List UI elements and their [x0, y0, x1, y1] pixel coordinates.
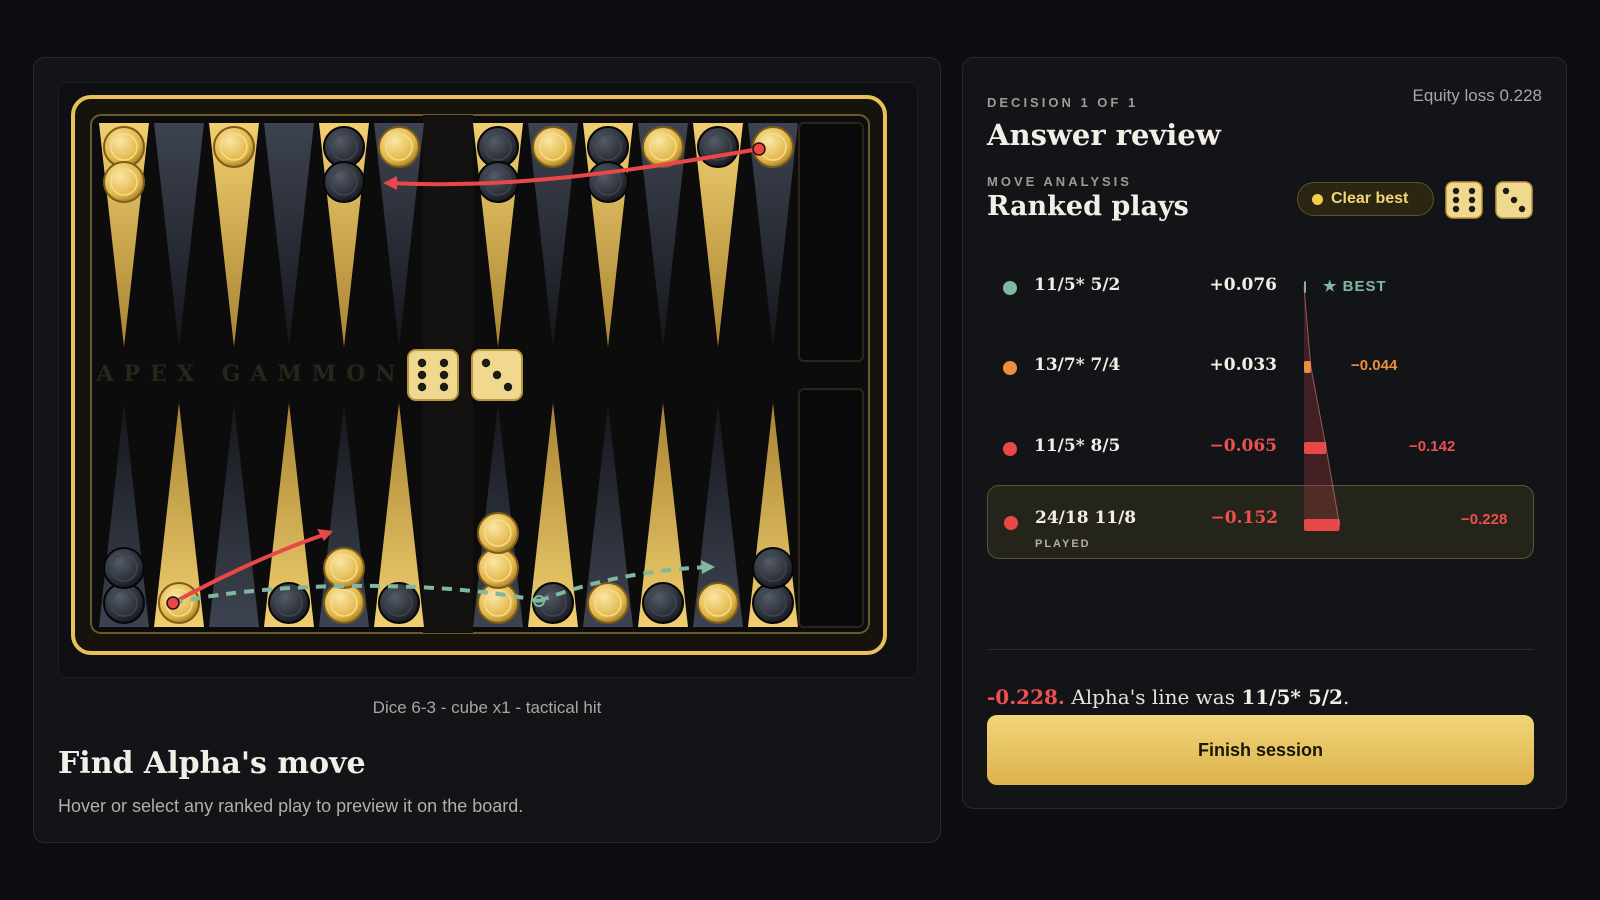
decision-counter: DECISION 1 OF 1	[987, 95, 1139, 110]
light-checker	[532, 126, 574, 168]
light-checker	[587, 582, 629, 624]
light-checker	[378, 126, 420, 168]
light-checker	[477, 512, 519, 554]
board-caption: Dice 6-3 - cube x1 - tactical hit	[372, 698, 602, 717]
summary-text: Alpha's line was	[1064, 685, 1242, 709]
play-status-dot	[1003, 442, 1017, 456]
played-label: PLAYED	[1035, 538, 1091, 550]
analysis-eyebrow: MOVE ANALYSIS	[987, 174, 1132, 189]
backgammon-board[interactable]: APEX GAMMON	[59, 83, 919, 679]
ranked-play-row-played[interactable]: 24/18 11/8 PLAYED −0.152 −0.228	[987, 485, 1534, 559]
play-equity: +0.076	[1209, 275, 1277, 295]
puzzle-subtitle: Hover or select any ranked play to previ…	[58, 796, 524, 816]
play-loss: −0.044	[1351, 357, 1398, 374]
review-summary: -0.228. Alpha's line was 11/5* 5/2.	[987, 685, 1349, 709]
board-frame: APEX GAMMON	[58, 82, 918, 678]
summary-best-move: 11/5* 5/2	[1241, 685, 1343, 709]
summary-end: .	[1342, 685, 1350, 709]
dark-checker	[697, 126, 739, 168]
play-loss: −0.142	[1409, 438, 1456, 455]
board-card: APEX GAMMON Dice 6-3 - cube x1 - tactica…	[33, 57, 941, 843]
die-three-icon	[1495, 181, 1533, 219]
die-pip	[417, 370, 427, 380]
best-badge: ★ BEST	[1323, 278, 1387, 295]
ranked-play-row[interactable]: 11/5* 8/5 −0.065 −0.142	[987, 412, 1534, 486]
ranked-play-row[interactable]: 13/7* 7/4 +0.033 −0.044	[987, 331, 1534, 405]
bear-off-tray	[798, 122, 864, 362]
puzzle-title: Find Alpha's move	[58, 746, 366, 781]
summary-loss: -0.228.	[987, 685, 1065, 709]
dark-checker	[752, 547, 794, 589]
dark-checker	[587, 161, 629, 203]
play-status-dot	[1004, 516, 1018, 530]
light-checker	[103, 161, 145, 203]
review-title: Answer review	[987, 118, 1221, 152]
equity-loss: Equity loss 0.228	[1412, 86, 1542, 105]
die-pip	[481, 358, 491, 368]
die-pip	[417, 382, 427, 392]
board-die-six	[407, 349, 459, 401]
clear-best-label: Clear best	[1331, 190, 1409, 207]
divider	[987, 649, 1534, 650]
status-dot-icon	[1312, 193, 1323, 205]
move-origin-marker	[752, 142, 766, 156]
play-loss: −0.228	[1461, 511, 1508, 528]
die-pip	[492, 370, 502, 380]
play-status-dot	[1003, 281, 1017, 295]
play-move: 13/7* 7/4	[1034, 355, 1121, 375]
clear-best-button[interactable]: Clear best	[1297, 182, 1434, 216]
play-move: 11/5* 5/2	[1034, 275, 1121, 295]
play-move: 24/18 11/8	[1035, 508, 1137, 528]
board-brand: APEX GAMMON	[96, 361, 406, 387]
light-checker	[213, 126, 255, 168]
die-pip	[439, 370, 449, 380]
die-six-icon	[1445, 181, 1483, 219]
play-status-dot	[1003, 361, 1017, 375]
dark-checker	[378, 582, 420, 624]
die-pip	[417, 358, 427, 368]
die-pip	[439, 382, 449, 392]
finish-session-button[interactable]: Finish session	[987, 715, 1534, 785]
light-checker	[323, 547, 365, 589]
ranked-play-row[interactable]: 11/5* 5/2 +0.076 ★ BEST	[987, 251, 1534, 325]
play-equity: −0.065	[1209, 436, 1277, 456]
die-pip	[439, 358, 449, 368]
move-origin-marker	[166, 596, 180, 610]
light-checker	[697, 582, 739, 624]
play-move: 11/5* 8/5	[1034, 436, 1121, 456]
play-equity: −0.152	[1210, 508, 1278, 528]
dark-checker	[642, 582, 684, 624]
dark-checker	[103, 547, 145, 589]
bear-off-tray	[798, 388, 864, 628]
play-equity: +0.033	[1209, 355, 1277, 375]
ranked-plays-title: Ranked plays	[987, 191, 1189, 222]
die-pip	[503, 382, 513, 392]
dark-checker	[323, 161, 365, 203]
dark-checker	[532, 582, 574, 624]
review-card: DECISION 1 OF 1 Equity loss 0.228 Answer…	[962, 57, 1567, 809]
